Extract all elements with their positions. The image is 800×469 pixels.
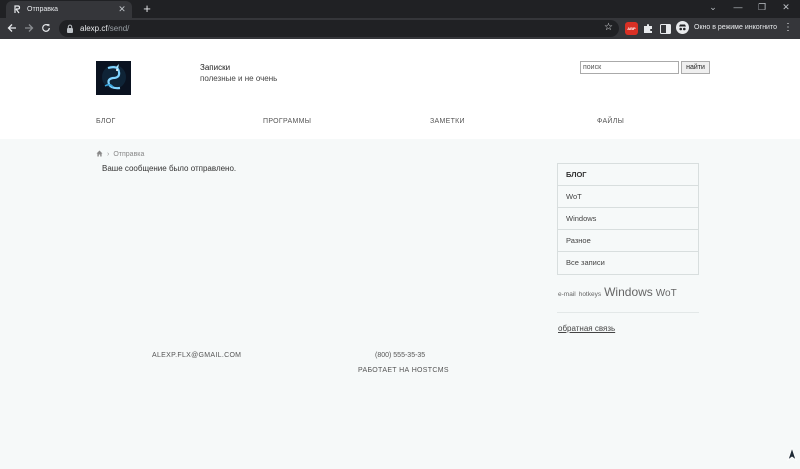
adblock-extension-icon[interactable]: ABP bbox=[625, 22, 638, 35]
footer-phone: (800) 555-35-35 bbox=[375, 352, 426, 359]
home-icon[interactable] bbox=[96, 150, 103, 159]
url-path: /send/ bbox=[107, 24, 130, 33]
extensions-puzzle-icon[interactable] bbox=[642, 22, 655, 35]
sidebar-item-windows[interactable]: Windows bbox=[558, 208, 698, 230]
sidebar-item-misc[interactable]: Разное bbox=[558, 230, 698, 252]
incognito-indicator[interactable]: Окно в режиме инкогнито bbox=[676, 21, 777, 34]
sidebar-item-wot[interactable]: WoT bbox=[558, 186, 698, 208]
minimize-icon[interactable]: — bbox=[728, 2, 748, 12]
bookmark-star-icon[interactable]: ☆ bbox=[604, 22, 613, 33]
side-panel-icon[interactable] bbox=[659, 22, 672, 35]
browser-toolbar: alexp.cf /send/ ☆ ABP Окно в режиме инко… bbox=[0, 18, 800, 39]
browser-tab-bar: Отправка ✕ + ⌄ — ❐ ✕ bbox=[0, 0, 800, 18]
restore-icon[interactable]: ❐ bbox=[752, 2, 772, 13]
reload-icon[interactable] bbox=[38, 20, 54, 36]
browser-menu-icon[interactable]: ⋮ bbox=[782, 21, 794, 35]
breadcrumb-current: Отправка bbox=[113, 151, 145, 158]
sidebar-divider bbox=[557, 312, 699, 313]
tag-wot[interactable]: WoT bbox=[656, 288, 677, 299]
url-host: alexp.cf bbox=[80, 24, 108, 33]
nav-item-programs[interactable]: Программы bbox=[263, 118, 311, 125]
site-favicon-icon bbox=[12, 5, 21, 14]
tag-cloud: e-mail hotkeys Windows WoT bbox=[558, 285, 680, 299]
tag-email[interactable]: e-mail bbox=[558, 291, 576, 298]
dragon-logo-icon bbox=[96, 61, 131, 95]
new-tab-icon[interactable]: + bbox=[140, 1, 154, 17]
adblock-badge: ABP bbox=[627, 26, 636, 31]
browser-tab[interactable]: Отправка ✕ bbox=[6, 1, 132, 18]
status-message: Ваше сообщение было отправлено. bbox=[102, 164, 237, 173]
nav-item-files[interactable]: Файлы bbox=[597, 118, 624, 125]
nav-item-notes[interactable]: Заметки bbox=[430, 118, 465, 125]
back-icon[interactable] bbox=[4, 20, 20, 36]
search-button[interactable]: найти bbox=[681, 61, 710, 74]
site-logo[interactable] bbox=[96, 61, 131, 95]
sidebar-heading: Блог bbox=[558, 164, 698, 186]
feedback-link[interactable]: обратная связь bbox=[558, 324, 615, 333]
site-header: Записки полезные и не очень найти Блог П… bbox=[0, 39, 800, 139]
lock-icon bbox=[67, 24, 73, 33]
tag-hotkeys[interactable]: hotkeys bbox=[579, 291, 601, 298]
incognito-icon bbox=[676, 21, 689, 34]
tab-close-icon[interactable]: ✕ bbox=[116, 4, 128, 15]
tag-windows[interactable]: Windows bbox=[604, 285, 653, 299]
site-title[interactable]: Записки bbox=[200, 63, 230, 72]
address-bar[interactable]: alexp.cf /send/ ☆ bbox=[59, 20, 619, 37]
forward-icon[interactable] bbox=[21, 20, 37, 36]
site-tagline: полезные и не очень bbox=[200, 74, 278, 83]
sidebar-blog-menu: Блог WoT Windows Разное Все записи bbox=[557, 163, 699, 275]
breadcrumb-separator-icon: › bbox=[107, 151, 110, 158]
footer-email-link[interactable]: ALEXP.FLX@GMAIL.COM bbox=[152, 352, 241, 359]
sidebar-item-all-posts[interactable]: Все записи bbox=[558, 252, 698, 274]
incognito-label: Окно в режиме инкогнито bbox=[694, 24, 777, 31]
mouse-cursor-icon bbox=[787, 447, 797, 461]
nav-item-blog[interactable]: Блог bbox=[96, 118, 116, 125]
search-input[interactable] bbox=[580, 61, 679, 74]
footer-powered-by-link[interactable]: РАБОТАЕТ НА HOSTCMS bbox=[358, 367, 449, 374]
tab-title: Отправка bbox=[27, 6, 59, 13]
breadcrumb: › Отправка bbox=[96, 150, 144, 159]
close-window-icon[interactable]: ✕ bbox=[776, 2, 796, 13]
tab-search-chevron-icon[interactable]: ⌄ bbox=[703, 2, 723, 13]
